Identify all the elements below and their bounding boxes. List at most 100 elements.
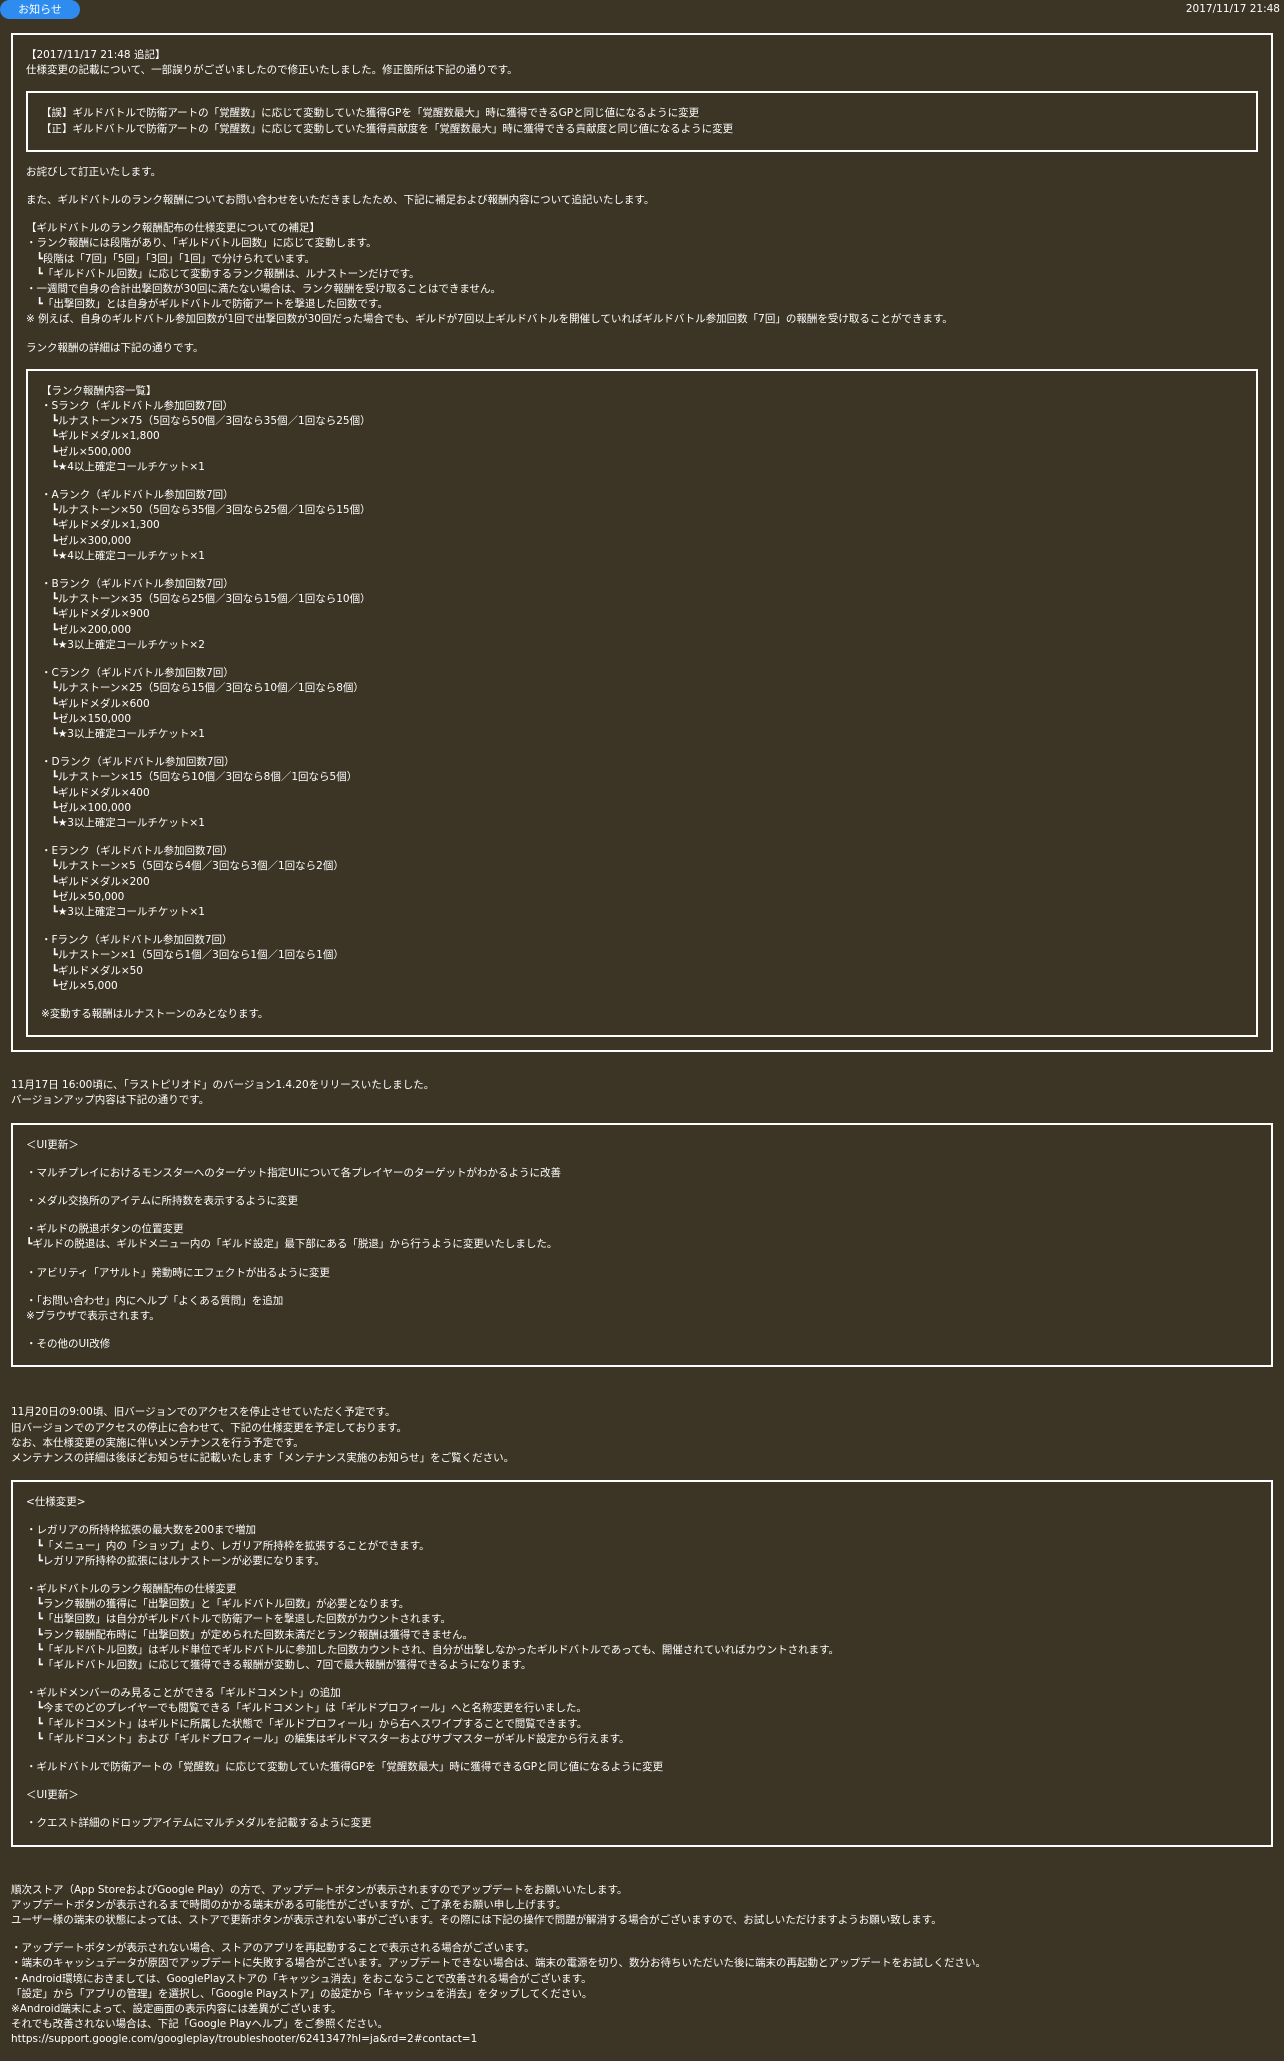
text-line: 【2017/11/17 21:48 追記】: [26, 49, 166, 61]
text-line: 11月17日 16:00頃に、「ラストピリオド」のバージョン1.4.20をリリー…: [11, 1079, 435, 1092]
text-line: ┗★3以上確定コールチケット×1: [41, 905, 205, 918]
text-line: お詫びして訂正いたします。: [26, 165, 162, 178]
paragraph: ・「お問い合わせ」内にヘルプ「よくある質問」を追加 ※ブラウザで表示されます。: [26, 1294, 1258, 1324]
text-line: ┗ランク報酬の獲得に「出撃回数」と「ギルドバトル回数」が必要となります。: [26, 1598, 410, 1611]
text-line: なお、本仕様変更の実施に伴いメンテナンスを行う予定です。: [11, 1436, 304, 1449]
text-line: ┗「ギルドバトル回数」に応じて獲得できる報酬が変動し、7回で最大報酬が獲得できる…: [26, 1659, 532, 1672]
text-line: ┗ゼル×100,000: [41, 801, 132, 814]
text-line: ・クエスト詳細のドロップアイテムにマルチメダルを記載するように変更: [26, 1817, 372, 1830]
text-line: アップデートボタンが表示されるまで時間のかかる端末がある可能性がございますが、ご…: [11, 1898, 567, 1911]
paragraph: ・ギルドバトルで防衛アートの「覚醒数」に応じて変動していた獲得GPを「覚醒数最大…: [26, 1760, 1258, 1775]
text-line: ┗ルナストーン×50（5回なら35個／3回なら25個／1回なら15個）: [41, 504, 371, 517]
text-line: ┗ギルドの脱退は、ギルドメニュー内の「ギルド設定」最下部にある「脱退」から行うよ…: [26, 1238, 558, 1251]
text-line: ┗「ギルドバトル回数」に応じて変動するランク報酬は、ルナストーンだけです。: [26, 267, 420, 280]
text-line: 仕様変更の記載について、一部誤りがございましたので修正いたしました。修正箇所は下…: [26, 64, 518, 77]
text-line: ┗「出撃回数」は自分がギルドバトルで防衛アートを撃退した回数がカウントされます。: [26, 1613, 451, 1626]
paragraph: ・Aランク（ギルドバトル参加回数7回） ┗ルナストーン×50（5回なら35個／3…: [41, 488, 1243, 564]
paragraph: 11月20日の9:00頃、旧バージョンでのアクセスを停止させていただく予定です。…: [11, 1405, 1273, 1466]
paragraph: ・マルチプレイにおけるモンスターへのターゲット指定UIについて各プレイヤーのター…: [26, 1166, 1258, 1181]
text-line: 順次ストア（App StoreおよびGoogle Play）の方で、アップデート…: [11, 1883, 628, 1896]
notice-section-text: 11月20日の9:00頃、旧バージョンでのアクセスを停止させていただく予定です。…: [11, 1405, 1273, 1466]
notice-section-box: <仕様変更> ・レガリアの所持枠拡張の最大数を200まで増加 ┗「メニュー」内の「…: [11, 1480, 1273, 1847]
paragraph: <仕様変更>: [26, 1495, 1258, 1510]
paragraph: ・ギルドの脱退ボタンの位置変更 ┗ギルドの脱退は、ギルドメニュー内の「ギルド設定」…: [26, 1222, 1258, 1252]
text-line: ┗ギルドメダル×900: [41, 608, 150, 621]
notice-section-text: 11月17日 16:00頃に、「ラストピリオド」のバージョン1.4.20をリリー…: [11, 1078, 1273, 1108]
text-line: ┗ギルドメダル×200: [41, 875, 150, 888]
notice-section-box: ＜UI更新＞ ・マルチプレイにおけるモンスターへのターゲット指定UIについて各プレ…: [11, 1122, 1273, 1368]
text-line: 「設定」から「アプリの管理」を選択し、「Google Playストア」の設定から…: [11, 1987, 593, 2000]
text-line: ・Fランク（ギルドバトル参加回数7回）: [41, 934, 233, 947]
text-line: ランク報酬の詳細は下記の通りです。: [26, 341, 204, 354]
text-line: ┗ギルドメダル×600: [41, 697, 150, 710]
text-line: ユーザー様の端末の状態によっては、ストアで更新ボタンが表示されない事がございます…: [11, 1914, 942, 1927]
paragraph: 【ランク報酬内容一覧】 ・Sランク（ギルドバトル参加回数7回） ┗ルナストーン×7…: [41, 384, 1243, 475]
text-line: ・Bランク（ギルドバトル参加回数7回）: [41, 578, 234, 591]
text-line: ・Cランク（ギルドバトル参加回数7回）: [41, 667, 234, 680]
text-line: ・レガリアの所持枠拡張の最大数を200まで増加: [26, 1524, 257, 1537]
text-line: ┗ギルドメダル×1,800: [41, 430, 160, 443]
paragraph: ※変動する報酬はルナストーンのみとなります。: [41, 1007, 1243, 1022]
text-line: ┗ゼル×5,000: [41, 979, 118, 992]
text-line: ┗段階は「7回」「5回」「3回」「1回」で分けられています。: [26, 252, 315, 265]
text-line: https://support.google.com/googleplay/tr…: [11, 2033, 478, 2046]
text-line: ・一週間で自身の合計出撃回数が30回に満たない場合は、ランク報酬を受け取ることは…: [26, 283, 502, 296]
text-line: ┗「メニュー」内の「ショップ」より、レガリア所持枠を拡張することができます。: [26, 1539, 430, 1552]
text-line: ・Android環境におきましては、GooglePlayストアの「キャッシュ消去…: [11, 1972, 592, 1985]
text-line: ┗★3以上確定コールチケット×1: [41, 727, 205, 740]
text-line: 【正】ギルドバトルで防衛アートの「覚醒数」に応じて変動していた獲得貢献度を「覚醒…: [41, 122, 734, 135]
paragraph: 11月17日 16:00頃に、「ラストピリオド」のバージョン1.4.20をリリー…: [11, 1078, 1273, 1108]
text-line: ┗★4以上確定コールチケット×1: [41, 549, 205, 562]
text-line: ┗ルナストーン×75（5回なら50個／3回なら35個／1回なら25個）: [41, 415, 371, 428]
text-line: ・マルチプレイにおけるモンスターへのターゲット指定UIについて各プレイヤーのター…: [26, 1166, 561, 1179]
text-line: ※変動する報酬はルナストーンのみとなります。: [41, 1007, 269, 1020]
text-line: ┗ランク報酬配布時に「出撃回数」が定められた回数未満だとランク報酬は獲得できませ…: [26, 1628, 474, 1641]
text-line: ・ギルドバトルで防衛アートの「覚醒数」に応じて変動していた獲得GPを「覚醒数最大…: [26, 1761, 664, 1774]
text-line: ┗ギルドメダル×400: [41, 786, 150, 799]
paragraph: ・アップデートボタンが表示されない場合、ストアのアプリを再起動することで表示され…: [11, 1941, 1273, 2047]
text-line: ┗ルナストーン×25（5回なら15個／3回なら10個／1回なら8個）: [41, 682, 364, 695]
text-line: ＜UI更新＞: [26, 1789, 79, 1802]
text-line: ┗ゼル×300,000: [41, 534, 132, 547]
text-line: ・アビリティ「アサルト」発動時にエフェクトが出るように変更: [26, 1266, 330, 1279]
paragraph: ・メダル交換所のアイテムに所持数を表示するように変更: [26, 1194, 1258, 1209]
text-line: ┗ルナストーン×35（5回なら25個／3回なら15個／1回なら10個）: [41, 593, 371, 606]
text-line: ・「お問い合わせ」内にヘルプ「よくある質問」を追加: [26, 1294, 284, 1307]
text-line: ┗ルナストーン×1（5回なら1個／3回なら1個／1回なら1個）: [41, 949, 344, 962]
text-line: ┗今までのどのプレイヤーでも閲覧できる「ギルドコメント」は「ギルドプロフィール」…: [26, 1702, 587, 1715]
text-line: ・その他のUI改修: [26, 1338, 111, 1351]
text-line: ・アップデートボタンが表示されない場合、ストアのアプリを再起動することで表示され…: [11, 1942, 535, 1955]
text-line: ・ギルドメンバーのみ見ることができる「ギルドコメント」の追加: [26, 1687, 341, 1700]
text-line: ┗「ギルドコメント」はギルドに所属した状態で「ギルドプロフィール」から右へスワイ…: [26, 1717, 588, 1730]
text-line: それでも改善されない場合は、下記「Google Playヘルプ」をご参照ください…: [11, 2018, 388, 2031]
paragraph: また、ギルドバトルのランク報酬についてお問い合わせをいただきましたため、下記に補…: [26, 193, 1258, 208]
paragraph: ＜UI更新＞: [26, 1138, 1258, 1153]
text-line: ・メダル交換所のアイテムに所持数を表示するように変更: [26, 1194, 298, 1207]
text-line: <仕様変更>: [26, 1496, 86, 1509]
text-line: メンテナンスの詳細は後ほどお知らせに記載いたします「メンテナンス実施のお知らせ」…: [11, 1452, 515, 1464]
notice-tab-badge[interactable]: お知らせ: [0, 0, 80, 19]
text-line: また、ギルドバトルのランク報酬についてお問い合わせをいただきましたため、下記に補…: [26, 194, 655, 207]
paragraph: 【誤】ギルドバトルで防衛アートの「覚醒数」に応じて変動していた獲得GPを「覚醒数…: [41, 106, 1243, 136]
paragraph: ・Cランク（ギルドバトル参加回数7回） ┗ルナストーン×25（5回なら15個／3…: [41, 666, 1243, 742]
paragraph: ランク報酬の詳細は下記の通りです。: [26, 341, 1258, 356]
text-line: ┗「ギルドバトル回数」はギルド単位でギルドバトルに参加した回数カウントされ、自分…: [26, 1643, 840, 1656]
text-line: ・ギルドバトルのランク報酬配布の仕様変更: [26, 1583, 237, 1596]
text-line: ┗ゼル×50,000: [41, 890, 125, 903]
text-line: ・Dランク（ギルドバトル参加回数7回）: [41, 756, 235, 769]
top-bar: お知らせ 2017/11/17 21:48: [0, 0, 1284, 20]
paragraph: ・アビリティ「アサルト」発動時にエフェクトが出るように変更: [26, 1266, 1258, 1281]
paragraph: ・ギルドメンバーのみ見ることができる「ギルドコメント」の追加 ┗今までのどのプレ…: [26, 1686, 1258, 1747]
paragraph: ・Dランク（ギルドバトル参加回数7回） ┗ルナストーン×15（5回なら10個／3…: [41, 755, 1243, 831]
text-line: ・ランク報酬には段階があり、「ギルドバトル回数」に応じて変動します。: [26, 237, 377, 250]
notice-section-text: 順次ストア（App StoreおよびGoogle Play）の方で、アップデート…: [11, 1883, 1273, 2048]
text-line: ┗ギルドメダル×50: [41, 964, 143, 977]
paragraph: ・クエスト詳細のドロップアイテムにマルチメダルを記載するように変更: [26, 1816, 1258, 1831]
text-line: 【ランク報酬内容一覧】: [41, 384, 157, 397]
paragraph: ・ギルドバトルのランク報酬配布の仕様変更 ┗ランク報酬の獲得に「出撃回数」と「ギ…: [26, 1582, 1258, 1673]
text-line: ※ 例えば、自身のギルドバトル参加回数が1回で出撃回数が30回だった場合でも、ギ…: [26, 313, 953, 326]
text-line: ※ブラウザで表示されます。: [26, 1309, 160, 1322]
text-line: ┗ゼル×150,000: [41, 712, 132, 725]
text-line: ・端末のキャッシュデータが原因でアップデートに失敗する場合がございます。アップデ…: [11, 1957, 987, 1970]
text-line: ┗「出撃回数」とは自身がギルドバトルで防衛アートを撃退した回数です。: [26, 298, 388, 311]
